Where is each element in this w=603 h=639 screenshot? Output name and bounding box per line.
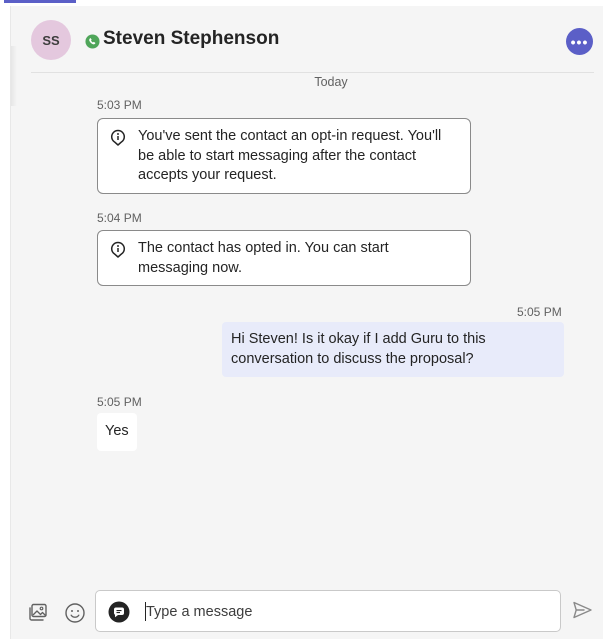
message-timestamp: 5:05 PM [97, 395, 142, 409]
message-timestamp: 5:05 PM [517, 305, 562, 319]
message-input[interactable] [146, 601, 546, 623]
message-composer [95, 590, 561, 632]
active-tab-indicator [4, 0, 76, 3]
chat-header: SS Steven Stephenson ••• [11, 6, 603, 72]
incoming-message-text: Yes [105, 423, 129, 439]
message-timestamp: 5:04 PM [97, 211, 142, 225]
message-timestamp: 5:03 PM [97, 98, 142, 112]
chat-window: SS Steven Stephenson ••• Today 5:03 PM Y… [10, 6, 603, 639]
info-icon [110, 241, 126, 258]
outgoing-message[interactable]: Hi Steven! Is it okay if I add Guru to t… [222, 322, 564, 377]
avatar[interactable]: SS [31, 20, 71, 60]
system-message: The contact has opted in. You can start … [97, 230, 471, 286]
system-message-text: You've sent the contact an opt-in reques… [138, 128, 442, 183]
incoming-message[interactable]: Yes [97, 413, 137, 451]
system-message-text: The contact has opted in. You can start … [138, 240, 389, 276]
media-gallery-icon[interactable] [27, 601, 49, 623]
system-message: You've sent the contact an opt-in reques… [97, 118, 471, 194]
info-icon [110, 129, 126, 146]
outgoing-message-text: Hi Steven! Is it okay if I add Guru to t… [231, 331, 486, 367]
header-divider [31, 72, 594, 73]
whatsapp-icon [85, 34, 100, 49]
send-icon[interactable] [571, 599, 593, 621]
date-separator: Today [314, 75, 348, 89]
contact-name: Steven Stephenson [103, 28, 280, 49]
emoji-icon[interactable] [64, 602, 86, 624]
more-options-button[interactable]: ••• [566, 28, 593, 55]
chat-bubble-icon[interactable] [108, 601, 130, 623]
